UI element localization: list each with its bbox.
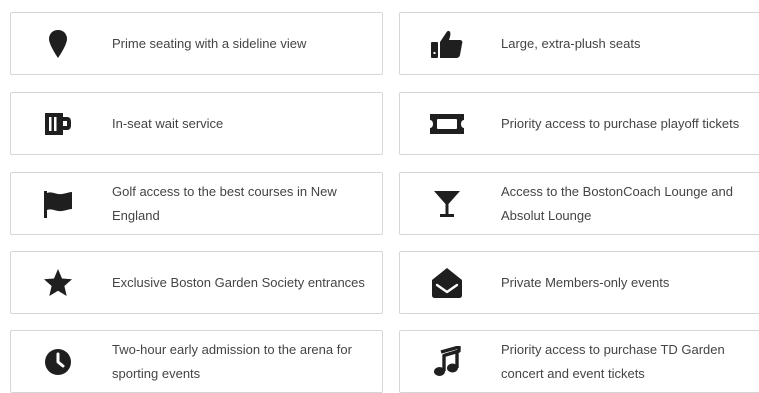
benefit-card-early-admission: Two-hour early admission to the arena fo… — [10, 330, 383, 393]
benefit-card-wait-service: In-seat wait service — [10, 92, 383, 155]
benefit-card-plush-seats: Large, extra-plush seats — [399, 12, 759, 75]
benefit-text: Two-hour early admission to the arena fo… — [112, 341, 352, 381]
benefit-text: Exclusive Boston Garden Society entrance… — [112, 274, 365, 290]
cocktail-glass-icon — [400, 173, 494, 234]
benefit-card-prime-seating: Prime seating with a sideline view — [10, 12, 383, 75]
flag-icon — [11, 173, 105, 234]
benefit-card-lounge-access: Access to the BostonCoach Lounge and Abs… — [399, 172, 759, 235]
envelope-open-icon — [400, 252, 494, 313]
benefit-text: Private Members-only events — [501, 274, 670, 290]
benefit-text: Golf access to the best courses in New E… — [112, 183, 337, 223]
benefit-card-private-events: Private Members-only events — [399, 251, 759, 314]
beer-mug-icon — [11, 93, 105, 154]
ticket-icon — [400, 93, 494, 154]
map-pin-icon — [11, 13, 105, 74]
benefit-text: Prime seating with a sideline view — [112, 35, 307, 51]
benefit-card-society-entrances: Exclusive Boston Garden Society entrance… — [10, 251, 383, 314]
benefit-card-playoff-tickets: Priority access to purchase playoff tick… — [399, 92, 759, 155]
benefit-card-concert-tickets: Priority access to purchase TD Garden co… — [399, 330, 759, 393]
clock-icon — [11, 331, 105, 392]
benefit-text: In-seat wait service — [112, 115, 224, 131]
benefit-text: Priority access to purchase playoff tick… — [501, 115, 740, 131]
benefit-text: Access to the BostonCoach Lounge and Abs… — [501, 183, 733, 223]
thumbs-up-icon — [400, 13, 494, 74]
star-icon — [11, 252, 105, 313]
benefit-card-golf-access: Golf access to the best courses in New E… — [10, 172, 383, 235]
benefit-text: Priority access to purchase TD Garden co… — [501, 341, 725, 381]
benefit-text: Large, extra-plush seats — [501, 35, 641, 51]
music-note-icon — [400, 331, 494, 392]
